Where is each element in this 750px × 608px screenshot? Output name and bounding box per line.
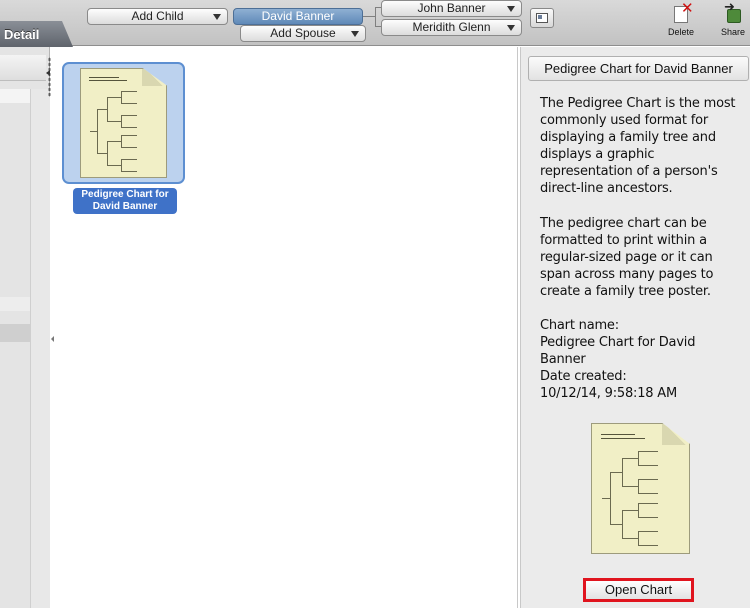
- chart-gallery: Pedigree Chart for David Banner: [57, 47, 518, 608]
- chevron-down-icon: [507, 25, 515, 31]
- family-connector: [363, 16, 375, 17]
- mother-label: Meridith Glenn: [412, 20, 491, 34]
- pedigree-chart-preview: [591, 423, 690, 554]
- add-spouse-button[interactable]: Add Spouse: [240, 25, 366, 42]
- delete-icon: ✕: [670, 1, 694, 24]
- toolbar: Detail Add Child David Banner Add Spouse…: [0, 0, 750, 47]
- add-child-label: Add Child: [131, 9, 184, 23]
- delete-button[interactable]: ✕ Delete: [661, 1, 701, 42]
- chart-caption[interactable]: Pedigree Chart for David Banner: [73, 188, 177, 214]
- tab-detail[interactable]: Detail: [0, 21, 73, 47]
- chart-name-value: Pedigree Chart for David Banner: [540, 335, 696, 367]
- mother-button[interactable]: Meridith Glenn: [381, 19, 522, 36]
- chart-details-panel: Pedigree Chart for David Banner The Pedi…: [520, 47, 750, 608]
- sidebar: [0, 47, 50, 608]
- add-spouse-label: Add Spouse: [270, 26, 336, 40]
- delete-label: Delete: [667, 27, 694, 37]
- splitter-arrow-icon[interactable]: [51, 336, 54, 342]
- description-paragraph: The Pedigree Chart is the most commonly …: [540, 96, 736, 196]
- open-chart-button[interactable]: Open Chart: [583, 578, 694, 602]
- sidebar-row[interactable]: [0, 297, 30, 311]
- father-button[interactable]: John Banner: [381, 0, 522, 17]
- chart-thumbnail-tile[interactable]: [62, 62, 185, 184]
- date-created-value: 10/12/14, 9:58:18 AM: [540, 386, 678, 401]
- share-label: Share: [720, 27, 746, 37]
- person-view-button[interactable]: [530, 8, 554, 28]
- description-paragraph: The pedigree chart can be formatted to p…: [540, 216, 714, 299]
- chart-name-label: Chart name:: [540, 318, 619, 333]
- share-icon: ➜: [722, 0, 744, 24]
- person-card-icon: [536, 13, 548, 23]
- pedigree-chart-thumbnail: [80, 68, 167, 178]
- date-created-label: Date created:: [540, 369, 627, 384]
- chevron-down-icon: [507, 6, 515, 12]
- sidebar-row-selected[interactable]: [0, 324, 30, 342]
- sidebar-header: [0, 55, 46, 81]
- share-button[interactable]: ➜ Share: [713, 0, 750, 42]
- current-person-button[interactable]: David Banner: [233, 8, 363, 25]
- splitter-grip-icon[interactable]: [48, 57, 51, 97]
- chevron-down-icon: [351, 31, 359, 37]
- father-label: John Banner: [417, 1, 486, 15]
- sidebar-edge: [30, 89, 50, 608]
- panel-title: Pedigree Chart for David Banner: [528, 56, 749, 81]
- add-child-button[interactable]: Add Child: [87, 8, 228, 25]
- sidebar-row[interactable]: [0, 89, 30, 103]
- chevron-down-icon: [213, 14, 221, 20]
- collapse-left-icon[interactable]: [46, 70, 50, 76]
